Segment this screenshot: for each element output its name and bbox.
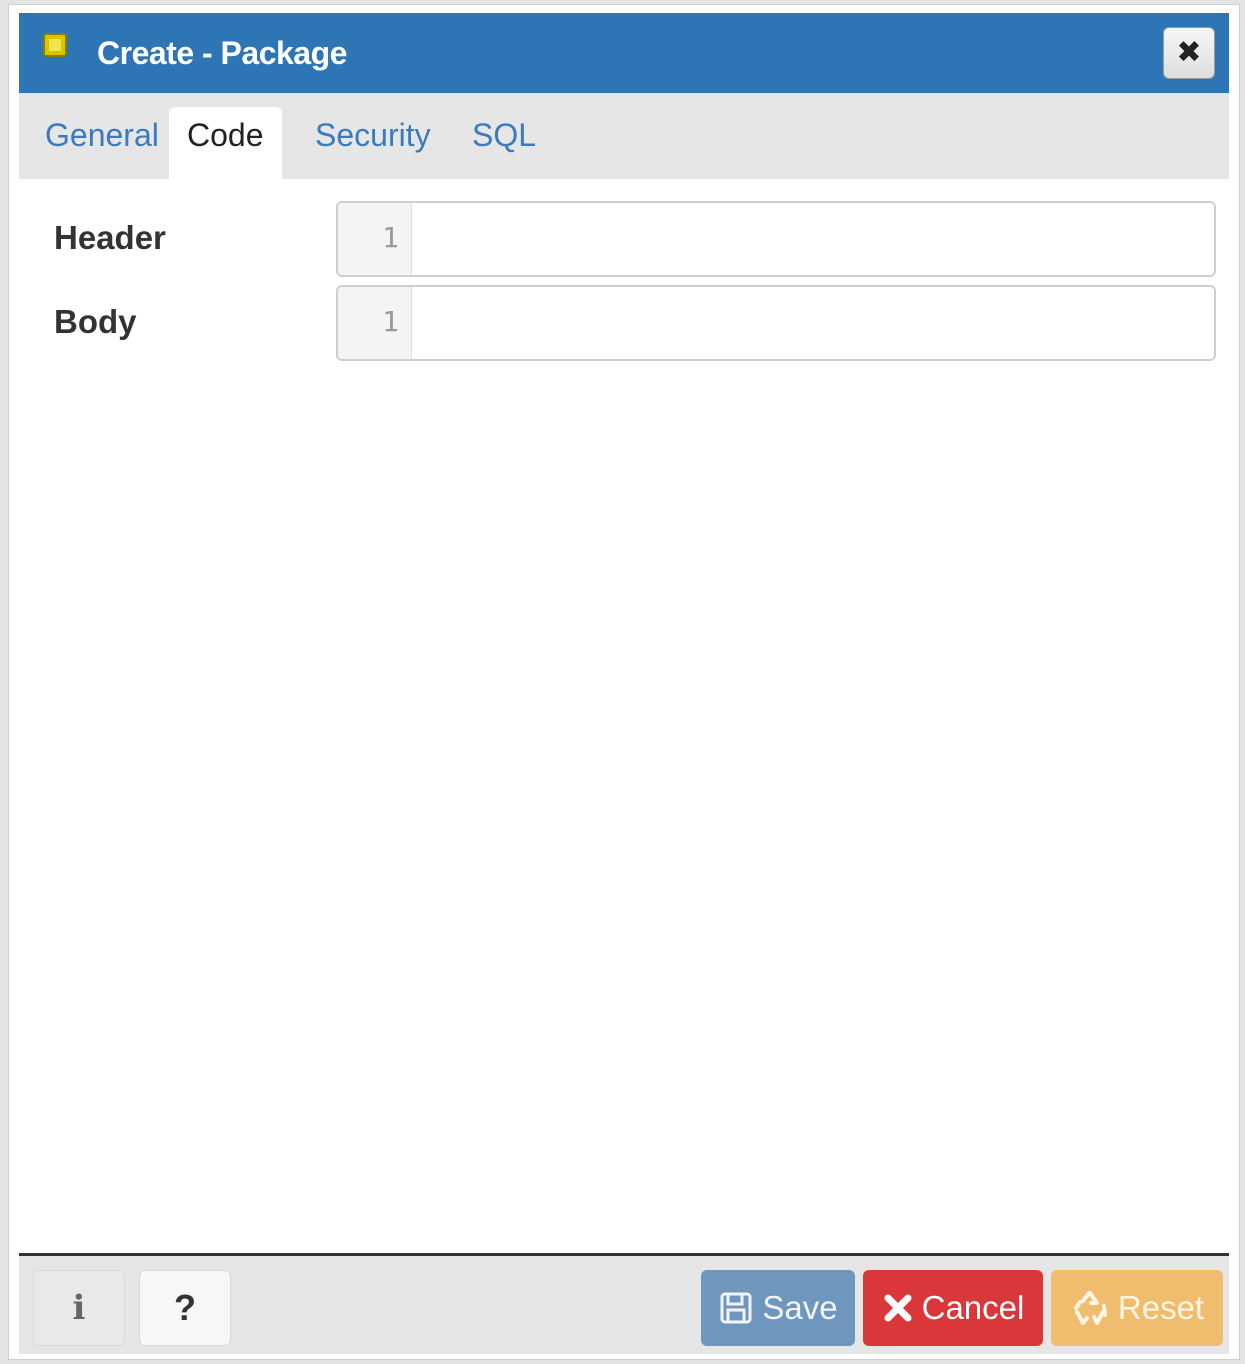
- info-icon: i: [72, 1288, 86, 1328]
- cancel-button[interactable]: Cancel: [863, 1270, 1043, 1346]
- body-field-row: Body 1: [19, 283, 1239, 361]
- recycle-icon: [1070, 1288, 1110, 1328]
- header-line-number: 1: [382, 221, 399, 254]
- header-code-editor[interactable]: 1: [336, 201, 1216, 277]
- help-icon: ?: [174, 1287, 196, 1328]
- close-button[interactable]: ✖: [1163, 27, 1215, 79]
- reset-label: Reset: [1117, 1289, 1205, 1326]
- body-editor-gutter: 1: [338, 287, 412, 359]
- package-icon: [41, 31, 69, 59]
- save-button[interactable]: Save: [701, 1270, 855, 1346]
- reset-button[interactable]: Reset: [1051, 1270, 1223, 1346]
- create-package-dialog: Create - Package ✖ General Code Security…: [8, 4, 1240, 1360]
- header-editor-gutter: 1: [338, 203, 412, 275]
- body-label: Body: [54, 303, 137, 340]
- header-label: Header: [54, 219, 166, 256]
- x-icon: [882, 1292, 914, 1324]
- save-label: Save: [762, 1289, 838, 1326]
- close-icon: ✖: [1176, 36, 1202, 69]
- tab-general[interactable]: General: [27, 107, 177, 179]
- tab-content-code: Header 1 Body 1: [19, 179, 1229, 1253]
- dialog-titlebar: Create - Package ✖: [19, 13, 1229, 93]
- dialog-footer: i ? Save Cancel Reset: [19, 1256, 1229, 1354]
- tab-security[interactable]: Security: [297, 107, 449, 179]
- tab-code[interactable]: Code: [169, 107, 282, 179]
- body-line-number: 1: [382, 305, 399, 338]
- dialog-title: Create - Package: [97, 35, 347, 71]
- header-field-row: Header 1: [19, 199, 1239, 277]
- floppy-disk-icon: [718, 1290, 754, 1326]
- tab-sql[interactable]: SQL: [454, 107, 554, 179]
- body-code-editor[interactable]: 1: [336, 285, 1216, 361]
- info-button[interactable]: i: [33, 1270, 125, 1346]
- help-button[interactable]: ?: [139, 1270, 231, 1346]
- tab-bar: General Code Security SQL: [19, 93, 1229, 179]
- cancel-label: Cancel: [921, 1289, 1025, 1326]
